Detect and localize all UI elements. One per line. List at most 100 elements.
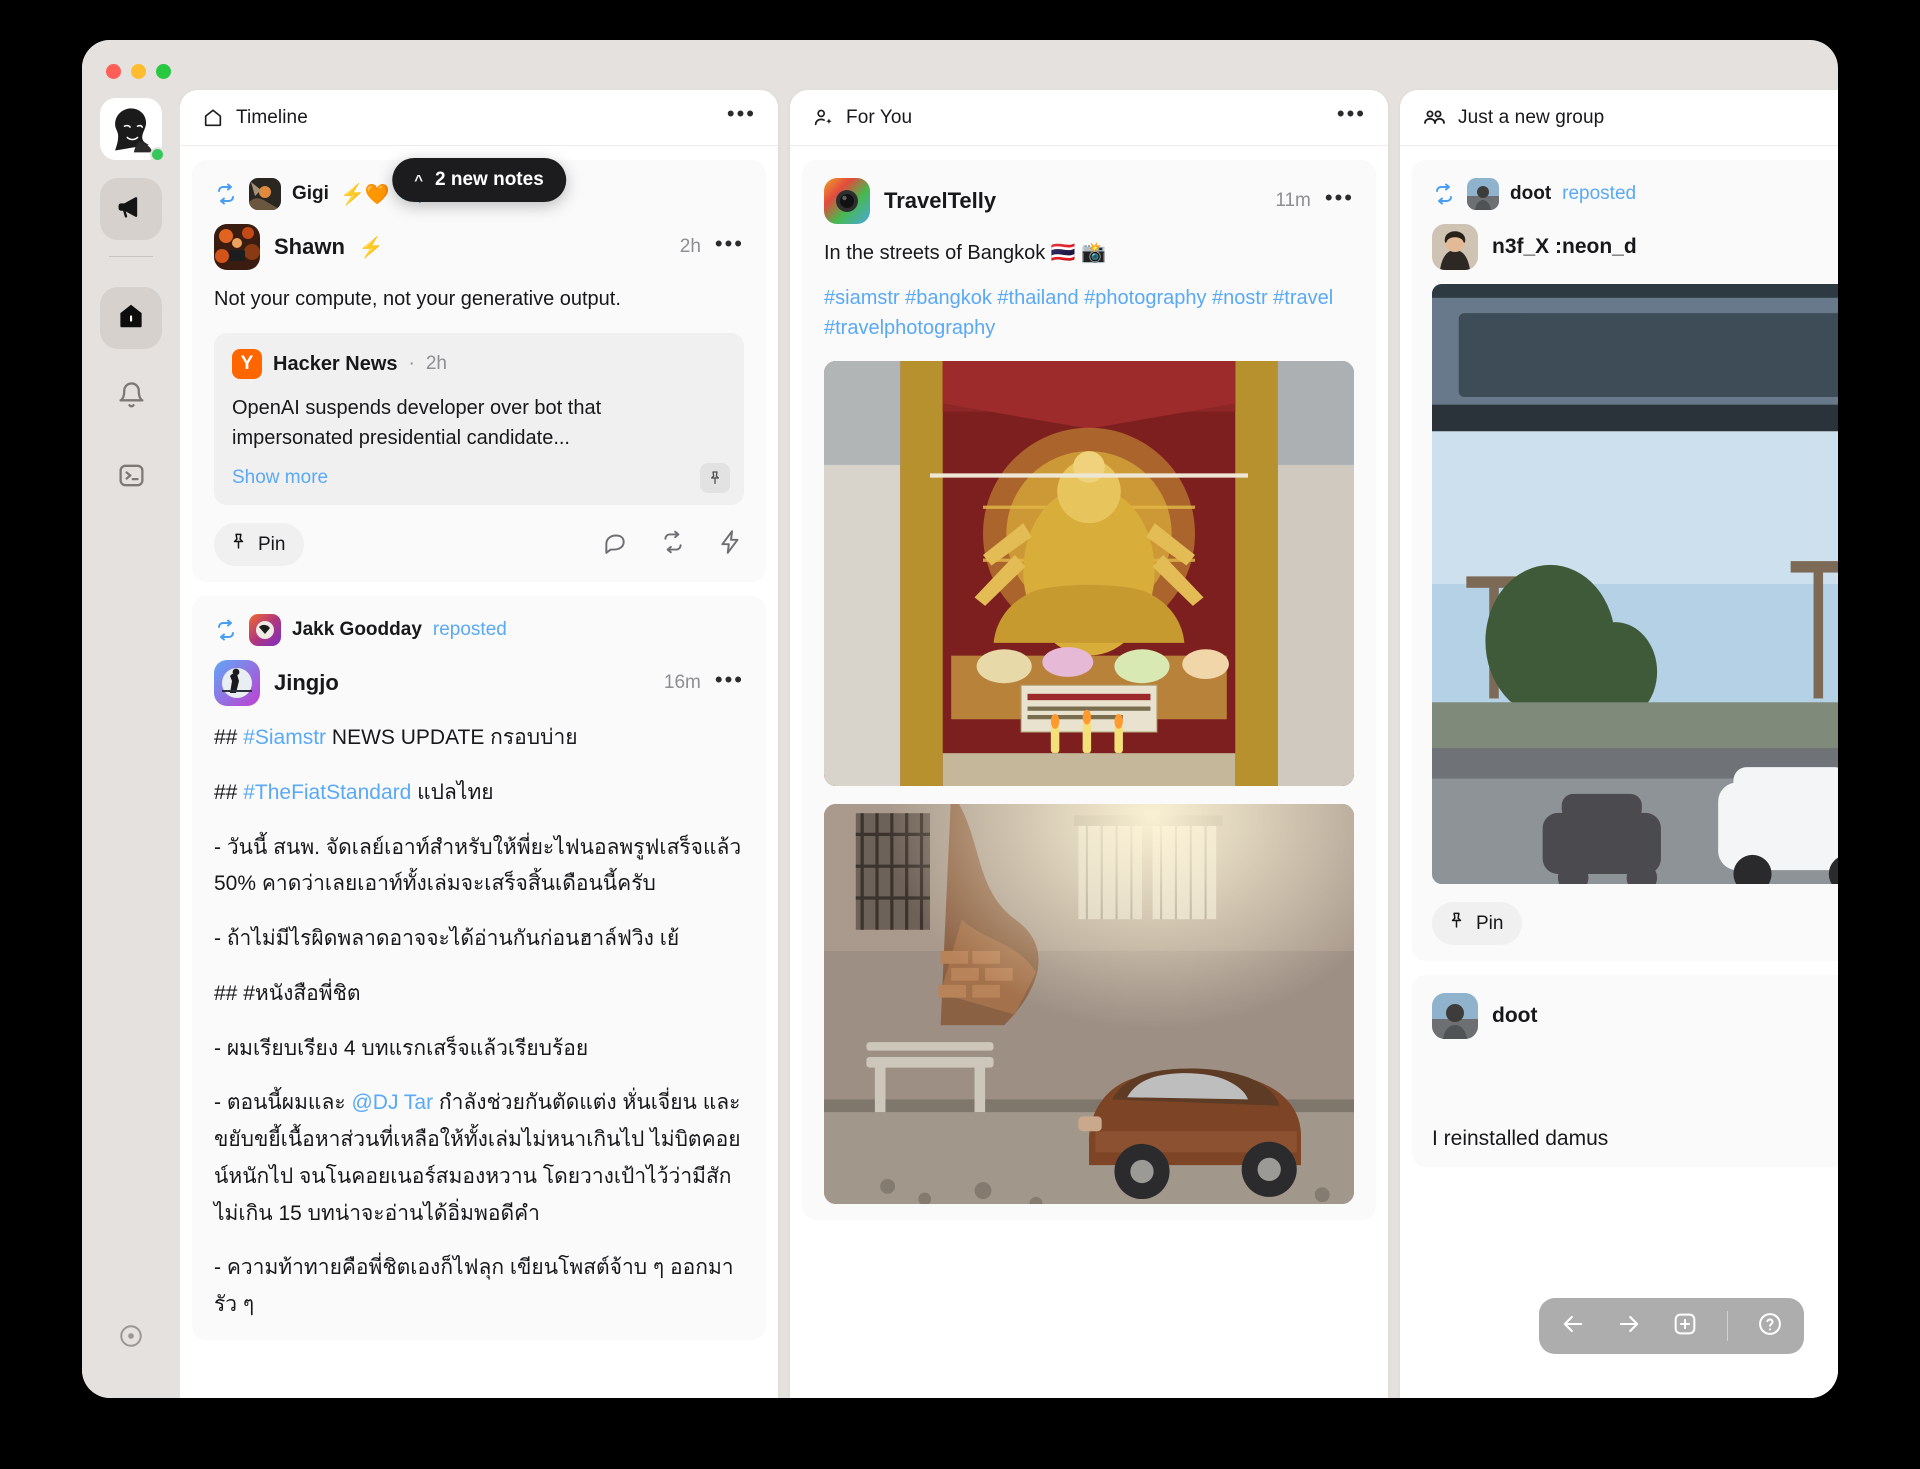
link-preview-timestamp: 2h — [425, 353, 447, 374]
column-body-group[interactable]: doot reposted n3f_X :neon_d Pin doot I r… — [1400, 146, 1838, 1398]
arrow-left-icon[interactable] — [1559, 1310, 1587, 1343]
avatar[interactable] — [824, 178, 870, 224]
show-more-link[interactable]: Show more — [232, 467, 328, 489]
sidebar-divider — [109, 256, 153, 257]
maximize-button[interactable] — [156, 64, 171, 79]
sidebar-item-broadcast[interactable] — [100, 178, 162, 240]
repost-icon[interactable] — [660, 529, 686, 560]
note-author-name[interactable]: doot — [1492, 1004, 1537, 1028]
hashtag-link[interactable]: #Siamstr — [243, 726, 326, 749]
column-title: Timeline — [236, 106, 308, 128]
column-menu-button[interactable]: ••• — [727, 102, 756, 127]
new-notes-label: 2 new notes — [435, 169, 544, 190]
link-preview-title: OpenAI suspends developer over bot that … — [232, 397, 602, 449]
note-image-street[interactable] — [824, 804, 1354, 1204]
author-row: TravelTelly 11m ••• — [824, 178, 1354, 224]
column-body-timeline[interactable]: ^ 2 new notes Gigi ⚡🧡 Shawn ⚡ 2h ••• Not… — [180, 146, 778, 1398]
avatar — [1467, 178, 1499, 210]
sidebar-item-notifications[interactable] — [100, 367, 162, 429]
note-card[interactable]: Jakk Goodday reposted Jingjo 16m ••• ## … — [192, 596, 766, 1340]
thai-text-pre: - ตอนนี้ผมและ — [214, 1091, 352, 1115]
window-controls[interactable] — [106, 64, 171, 79]
author-emoji: ⚡ — [358, 236, 384, 259]
note-menu-button[interactable]: ••• — [715, 233, 744, 255]
note-body: I reinstalled damus — [1432, 1127, 1609, 1150]
pin-icon[interactable] — [700, 463, 730, 493]
mention-link[interactable]: @DJ Tar — [351, 1091, 433, 1114]
note-body: Not your compute, not your generative ou… — [214, 288, 621, 310]
note-paragraph: - ผมเรียบเรียง 4 บทแรกเสร็จแล้วเรียบร้อย — [214, 1036, 589, 1060]
note-actions: Pin — [214, 523, 744, 566]
minimize-button[interactable] — [131, 64, 146, 79]
column-header-for-you: For You ••• — [790, 90, 1388, 146]
sidebar — [82, 40, 180, 1398]
repost-action-label: reposted — [1562, 183, 1637, 204]
column-title: Just a new group — [1458, 106, 1605, 128]
home-icon — [202, 107, 224, 129]
column-menu-button[interactable]: ••• — [1337, 102, 1366, 127]
avatar[interactable] — [1432, 993, 1478, 1039]
repost-author-name[interactable]: Jakk Goodday — [292, 619, 422, 641]
arrow-right-icon[interactable] — [1615, 1310, 1643, 1343]
sidebar-item-console[interactable] — [100, 447, 162, 509]
line-rest: แปลไทย — [411, 780, 494, 804]
new-notes-pill[interactable]: ^ 2 new notes — [392, 158, 566, 202]
note-image-bus-window[interactable] — [1432, 284, 1838, 884]
sidebar-item-settings[interactable] — [113, 1320, 149, 1356]
note-paragraph: - ความท้าทายคือพี่ชิตเองก็ไฟลุก เขียนโพส… — [214, 1256, 734, 1316]
note-card[interactable]: doot reposted n3f_X :neon_d Pin — [1412, 160, 1838, 961]
hashtag-list[interactable]: #siamstr #bangkok #thailand #photography… — [824, 283, 1354, 343]
link-preview-header: Y Hacker News · 2h — [232, 349, 726, 379]
reply-icon[interactable] — [602, 529, 628, 560]
note-actions: Pin — [1432, 902, 1838, 945]
note-author-name[interactable]: Shawn — [274, 234, 345, 260]
floating-toolbar — [1539, 1298, 1804, 1354]
column-deck: Timeline ••• ^ 2 new notes Gigi ⚡🧡 Shawn… — [180, 90, 1838, 1398]
sidebar-item-profile[interactable] — [100, 98, 165, 162]
note-author-name[interactable]: n3f_X :neon_d — [1492, 235, 1637, 259]
note-menu-button[interactable]: ••• — [1325, 187, 1354, 209]
column-body-for-you[interactable]: TravelTelly 11m ••• In the streets of Ba… — [790, 146, 1388, 1398]
author-row: Jingjo 16m ••• — [214, 660, 744, 706]
pin-button[interactable]: Pin — [214, 523, 305, 566]
note-author-name[interactable]: TravelTelly — [884, 188, 996, 214]
sidebar-item-home[interactable] — [100, 287, 162, 349]
note-timestamp: 11m — [1275, 190, 1311, 211]
column-title: For You — [846, 106, 913, 128]
repost-action-label: reposted — [432, 619, 507, 640]
avatar[interactable] — [214, 224, 260, 270]
link-preview-card[interactable]: Y Hacker News · 2h OpenAI suspends devel… — [214, 333, 744, 505]
bell-icon — [117, 381, 146, 415]
column-header-group: Just a new group — [1400, 90, 1838, 146]
author-emoji: ⚡🧡 — [339, 183, 390, 206]
avatar[interactable] — [1432, 224, 1478, 270]
hashtag-link[interactable]: #TheFiatStandard — [243, 781, 411, 804]
pin-icon — [1447, 911, 1466, 936]
presence-indicator — [150, 147, 165, 162]
note-card[interactable]: Gigi ⚡🧡 reposted Shawn — [192, 160, 766, 582]
group-icon — [1422, 106, 1446, 130]
app-window: Timeline ••• ^ 2 new notes Gigi ⚡🧡 Shawn… — [82, 40, 1838, 1398]
note-menu-button[interactable]: ••• — [715, 669, 744, 691]
note-image-shrine[interactable] — [824, 361, 1354, 786]
author-row: Shawn ⚡ 2h ••• — [214, 224, 744, 270]
column-for-you: For You ••• TravelTelly 11m ••• In the s… — [790, 90, 1388, 1398]
question-circle-icon[interactable] — [1756, 1310, 1784, 1343]
author-row: n3f_X :neon_d — [1432, 224, 1838, 270]
zap-icon[interactable] — [718, 529, 744, 560]
home-icon — [116, 301, 146, 336]
note-card[interactable]: doot I reinstalled damus — [1412, 975, 1838, 1167]
note-paragraph: - ถ้าไม่มีไรผิดพลาดอาจจะได้อ่านกันก่อนฮา… — [214, 927, 680, 950]
line-rest: NEWS UPDATE กรอบบ่าย — [326, 726, 578, 749]
note-paragraph: ## #หนังสือพี่ชิต — [214, 981, 361, 1005]
repost-author-name[interactable]: Gigi — [292, 183, 329, 205]
pin-button[interactable]: Pin — [1432, 902, 1523, 945]
note-card[interactable]: TravelTelly 11m ••• In the streets of Ba… — [802, 160, 1376, 1220]
plus-square-icon[interactable] — [1671, 1310, 1699, 1343]
avatar — [249, 614, 281, 646]
note-author-name[interactable]: Jingjo — [274, 670, 339, 696]
repost-author-name[interactable]: doot — [1510, 183, 1551, 205]
avatar[interactable] — [214, 660, 260, 706]
close-button[interactable] — [106, 64, 121, 79]
note-timestamp: 16m — [663, 672, 701, 693]
